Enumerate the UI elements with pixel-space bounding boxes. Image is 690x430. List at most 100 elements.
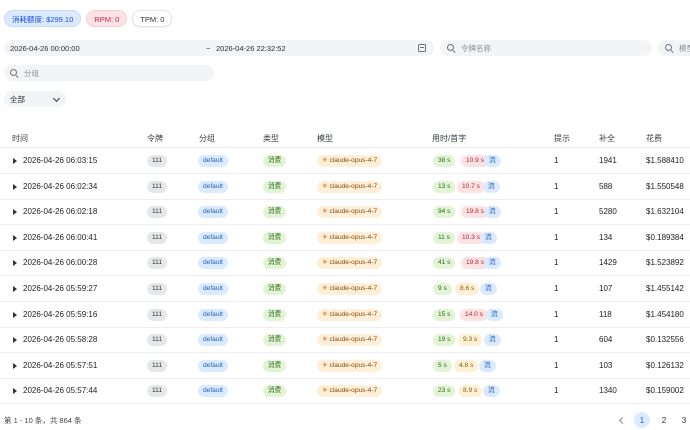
token-badge: 111 — [147, 308, 168, 321]
start-time-value[interactable]: 2026-04-26 00:00:00 — [10, 44, 80, 53]
row-time: 2026-04-26 06:00:28 — [23, 258, 98, 268]
table-header: 时间 令牌 分组 类型 模型 用时/首字 提示 补全 花费 — [0, 128, 690, 148]
type-badge: 消费 — [263, 359, 287, 372]
table-row[interactable]: 2026-04-26 05:57:44 111 default 消费 ✳ claude-o… — [0, 378, 690, 405]
type-select[interactable]: 全部 — [4, 91, 66, 107]
group-badge: default — [198, 334, 228, 347]
model-badge: ✳ claude-opus-4-7 — [317, 308, 383, 321]
col-completion: 补全 — [599, 134, 615, 143]
model-badge: ✳ claude-opus-4-7 — [317, 359, 383, 372]
completion-tokens: 103 — [599, 360, 613, 370]
model-badge: ✳ claude-opus-4-7 — [317, 155, 383, 167]
cost-value: $0.132556 — [646, 335, 684, 345]
completion-tokens: 5280 — [599, 207, 617, 217]
row-time: 2026-04-26 05:58:28 — [23, 335, 98, 345]
group-badge: default — [198, 359, 228, 372]
token-badge: 111 — [147, 257, 168, 270]
row-time: 2026-04-26 06:03:15 — [23, 156, 98, 165]
group-badge: default — [198, 308, 228, 321]
table-row[interactable]: 2026-04-26 06:03:15 111 default 消费 ✳ claude-o… — [0, 148, 690, 174]
completion-tokens: 118 — [599, 309, 612, 319]
page-1-button[interactable]: 1 — [634, 412, 650, 428]
cost-value: $1.523892 — [646, 258, 684, 268]
stream-badge: 流 — [484, 334, 501, 347]
expand-triangle-icon[interactable] — [13, 209, 17, 216]
table-row[interactable]: 2026-04-26 06:02:34 111 default 消费 ✳ claude-o… — [0, 174, 690, 200]
stream-badge: 流 — [479, 359, 496, 372]
completion-tokens: 134 — [599, 232, 613, 242]
table-row[interactable]: 2026-04-26 05:59:16 111 default 消费 ✳ claude-o… — [0, 302, 690, 328]
type-badge: 消费 — [263, 308, 287, 321]
completion-tokens: 1941 — [599, 156, 617, 165]
date-range-separator: ~ — [206, 43, 211, 53]
date-range-picker[interactable]: 2026-04-26 00:00:00 ~ 2026-04-26 22:32:5… — [4, 40, 434, 56]
sparkle-icon: ✳ — [322, 182, 328, 190]
duration-badge: 94 s — [433, 206, 456, 219]
type-badge: 消费 — [263, 257, 287, 270]
row-time: 2026-04-26 05:57:44 — [23, 386, 98, 396]
type-select-value: 全部 — [10, 94, 25, 104]
table-row[interactable]: 2026-04-26 06:00:41 111 default 消费 ✳ claude-o… — [0, 225, 690, 251]
search-icon — [10, 68, 19, 78]
expand-triangle-icon[interactable] — [13, 337, 17, 344]
token-badge: 111 — [147, 155, 168, 167]
model-name: claude-opus-4-7 — [329, 233, 378, 241]
table-row[interactable]: 2026-04-26 06:00:28 111 default 消费 ✳ claude-o… — [0, 250, 690, 277]
first-token-badge: 4.8 s — [454, 359, 479, 372]
table-row[interactable]: 2026-04-26 05:58:28 111 default 消费 ✳ claude-o… — [0, 327, 690, 354]
row-time: 2026-04-26 06:02:18 — [23, 207, 98, 217]
row-time: 2026-04-26 06:00:41 — [23, 232, 98, 242]
expand-triangle-icon[interactable] — [13, 234, 17, 241]
group-badge: default — [198, 231, 228, 244]
prompt-tokens: 1 — [554, 156, 559, 165]
model-search-input[interactable]: 模型 — [658, 40, 690, 56]
prompt-tokens: 1 — [554, 309, 559, 319]
chevron-left-icon[interactable] — [613, 412, 629, 428]
expand-triangle-icon[interactable] — [13, 362, 17, 369]
expand-triangle-icon[interactable] — [13, 286, 17, 292]
page-2-button[interactable]: 2 — [656, 412, 672, 428]
table-row[interactable]: 2026-04-26 05:57:51 111 default 消费 ✳ claude-o… — [0, 353, 690, 379]
token-placeholder: 令牌名称 — [461, 43, 491, 53]
model-badge: ✳ claude-opus-4-7 — [317, 231, 383, 244]
token-badge: 111 — [147, 231, 168, 244]
row-time: 2026-04-26 06:02:34 — [23, 181, 98, 191]
tpm-badge: TPM: 0 — [132, 10, 173, 27]
cost-value: $1.455142 — [646, 284, 684, 293]
page-3-button[interactable]: 3 — [676, 412, 690, 428]
row-time: 2026-04-26 05:59:16 — [23, 309, 98, 319]
prompt-tokens: 1 — [554, 284, 559, 293]
col-model: 模型 — [317, 134, 333, 143]
group-search-input[interactable]: 分组 — [4, 65, 214, 81]
first-token-badge: 8.6 s — [455, 283, 480, 295]
token-search-input[interactable]: 令牌名称 — [440, 40, 652, 56]
expand-triangle-icon[interactable] — [13, 260, 17, 267]
duration-badge: 23 s — [433, 385, 456, 398]
type-badge: 消费 — [263, 231, 287, 244]
expand-triangle-icon[interactable] — [13, 388, 17, 395]
expand-triangle-icon[interactable] — [13, 158, 17, 164]
sparkle-icon: ✳ — [322, 336, 328, 344]
row-time: 2026-04-26 05:59:27 — [23, 284, 98, 293]
rpm-badge: RPM: 0 — [86, 10, 128, 27]
col-cost: 花费 — [646, 134, 662, 143]
table-row[interactable]: 2026-04-26 05:59:27 111 default 消费 ✳ claude-o… — [0, 276, 690, 302]
expand-triangle-icon[interactable] — [13, 183, 17, 190]
stream-badge: 流 — [484, 257, 501, 270]
row-time: 2026-04-26 05:57:51 — [23, 360, 98, 370]
first-token-badge: 10.7 s — [457, 180, 485, 193]
table-row[interactable]: 2026-04-26 06:02:18 111 default 消费 ✳ claude-o… — [0, 199, 690, 226]
duration-badge: 41 s — [433, 257, 456, 270]
model-badge: ✳ claude-opus-4-7 — [317, 283, 383, 295]
expand-triangle-icon[interactable] — [13, 311, 17, 318]
type-badge: 消费 — [263, 155, 287, 167]
stream-badge: 流 — [486, 308, 503, 321]
calendar-icon[interactable] — [418, 44, 426, 52]
type-badge: 消费 — [263, 334, 287, 347]
duration-badge: 38 s — [433, 155, 456, 167]
end-time-value[interactable]: 2026-04-26 22:32:52 — [216, 44, 286, 53]
sparkle-icon: ✳ — [322, 361, 328, 369]
model-badge: ✳ claude-opus-4-7 — [317, 334, 383, 347]
group-badge: default — [198, 180, 228, 193]
stats-bar: 消耗额度: $299.10 RPM: 0 TPM: 0 — [4, 10, 173, 27]
